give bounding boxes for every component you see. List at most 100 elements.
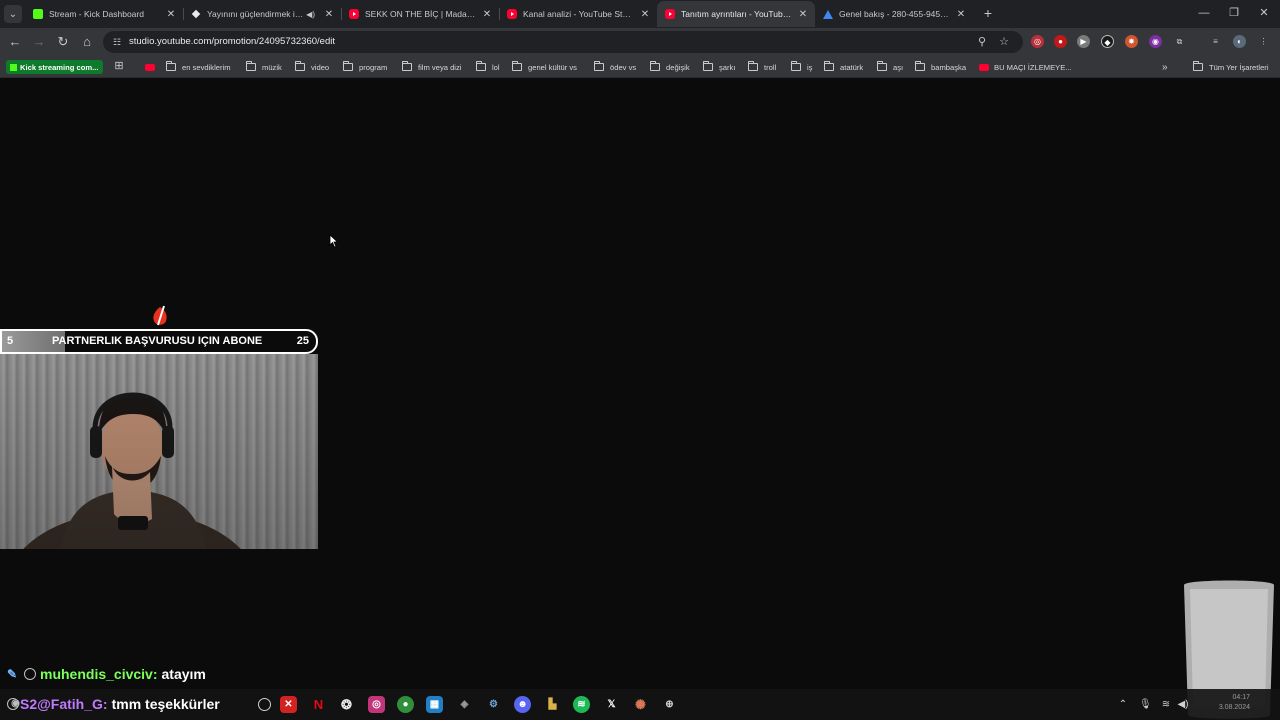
subscriber-goal-bar: 5 PARTNERLIK BAŞVURUSU IÇIN ABONE 25	[0, 329, 318, 354]
bookmark-folder[interactable]: en sevdiklerim	[166, 60, 231, 74]
extension-drop-icon[interactable]: ●	[1054, 35, 1067, 48]
youtube-icon	[349, 9, 359, 19]
reload-button[interactable]: ↻	[55, 34, 71, 50]
extension-diamond-icon[interactable]: ◆	[1101, 35, 1114, 48]
discord-icon[interactable]: ☻	[514, 696, 531, 713]
forward-button[interactable]: →	[31, 34, 47, 50]
kick-icon	[33, 9, 43, 19]
home-button[interactable]: ⌂	[79, 34, 95, 50]
url-text[interactable]: studio.youtube.com/promotion/24095732360…	[129, 36, 335, 47]
folder-icon	[877, 61, 887, 71]
bookmark-label: en sevdiklerim	[182, 62, 231, 72]
app-blue-icon[interactable]: ▦	[426, 696, 443, 713]
close-icon[interactable]: ✕	[797, 9, 809, 20]
x-icon[interactable]: 𝕏	[603, 696, 620, 713]
restore-icon[interactable]: ❐	[1226, 5, 1242, 21]
bookmark-folder[interactable]: lol	[476, 60, 500, 74]
bookmark-folder[interactable]: video	[295, 60, 329, 74]
youtube-icon	[979, 63, 989, 71]
bookmark-folder[interactable]: şarkı	[703, 60, 735, 74]
folder-icon	[824, 61, 834, 71]
wifi-icon[interactable]: ≋	[1160, 699, 1172, 711]
bookmark-folder[interactable]: iş	[791, 60, 812, 74]
bookmark-folder[interactable]: atatürk	[824, 60, 863, 74]
close-icon[interactable]: ✕	[481, 9, 493, 20]
apps-grid-icon[interactable]: ⊞	[113, 60, 125, 72]
back-button[interactable]: ←	[7, 34, 23, 50]
speedometer-icon[interactable]	[258, 698, 271, 711]
menu-icon[interactable]: ⋮	[1257, 35, 1270, 48]
address-bar[interactable]: ☷ studio.youtube.com/promotion/240957323…	[103, 31, 1023, 53]
bookmark-folder[interactable]: müzik	[246, 60, 282, 74]
tab-list: Stream - Kick Dashboard ✕ Yayınını güçle…	[25, 1, 973, 27]
bookmark-label: değişik	[666, 62, 690, 72]
extension-star-icon[interactable]: ✸	[1125, 35, 1138, 48]
bookmark-star-icon[interactable]: ☆	[997, 35, 1011, 49]
new-tab-button[interactable]: +	[980, 5, 996, 21]
close-icon[interactable]: ✕	[639, 9, 651, 20]
bookmark-label: müzik	[262, 62, 282, 72]
tray-expand-icon[interactable]: ⌃	[1117, 699, 1129, 711]
chat-username: S2@Fatih_G	[20, 695, 103, 712]
tab-promotion-details[interactable]: Tanıtım ayrıntıları - YouTube Stu ✕	[657, 1, 815, 27]
folder-icon	[246, 61, 256, 71]
kick-icon	[10, 63, 17, 71]
app-circle-icon[interactable]: ⊕	[661, 696, 678, 713]
extensions-puzzle-icon[interactable]: ⧉	[1173, 35, 1186, 48]
folder-icon	[295, 61, 305, 71]
profile-avatar[interactable]: ◐	[1233, 35, 1246, 48]
tab-search-icon[interactable]: ⌄	[4, 5, 22, 23]
extension-purple-icon[interactable]: ◉	[1149, 35, 1162, 48]
instagram-icon[interactable]: ◎	[368, 696, 385, 713]
claude-icon[interactable]: ✺	[632, 696, 649, 713]
site-info-icon[interactable]: ☷	[111, 36, 123, 48]
bookmark-folder[interactable]: ödev vs	[594, 60, 636, 74]
close-icon[interactable]: ✕	[165, 9, 177, 20]
spotify-icon[interactable]: ≋	[573, 696, 590, 713]
clock-date: 3.08.2024	[1218, 704, 1250, 711]
bookmarks-overflow-button[interactable]: »	[1162, 60, 1168, 74]
tab-kick-dashboard[interactable]: Stream - Kick Dashboard ✕	[25, 1, 183, 27]
bookmark-folder[interactable]: troll	[748, 60, 776, 74]
app-gray-icon[interactable]: ◈	[456, 696, 473, 713]
volume-icon[interactable]: ◀)	[1177, 699, 1189, 711]
speaker-icon[interactable]: ◀)	[306, 10, 315, 19]
bookmark-youtube[interactable]	[145, 60, 160, 74]
microphone-icon[interactable]: 🎙	[1139, 699, 1152, 711]
zoom-search-icon[interactable]: ⚲	[975, 35, 989, 49]
steam-icon[interactable]: ⚙	[485, 696, 502, 713]
app-yellow-icon[interactable]: ▙	[544, 696, 561, 713]
app-red-icon[interactable]: ✕	[280, 696, 297, 713]
bookmark-label: atatürk	[840, 62, 864, 72]
media-controls-icon[interactable]: ≡	[1209, 35, 1222, 48]
bookmark-folder[interactable]: bambaşka	[915, 60, 966, 74]
chat-badge-icon	[24, 668, 36, 680]
youtube-icon	[507, 9, 517, 19]
tab-boost-stream[interactable]: Yayınını güçlendirmek için e ◀) ✕	[183, 1, 341, 27]
extension-play-icon[interactable]: ▶	[1077, 35, 1090, 48]
chatgpt-icon[interactable]: ❂	[338, 696, 355, 713]
bookmark-kick[interactable]: Kick streaming com...	[6, 60, 103, 74]
tab-youtube-video[interactable]: SEKK ON THE BİÇ | Madara Old ✕	[341, 1, 499, 27]
bookmark-folder[interactable]: değişik	[650, 60, 690, 74]
close-icon[interactable]: ✕	[955, 9, 967, 20]
bookmark-folder[interactable]: aşı	[877, 60, 903, 74]
window-close-icon[interactable]: ✕	[1256, 5, 1272, 21]
bookmark-folder[interactable]: film veya dizi	[402, 60, 461, 74]
close-icon[interactable]: ✕	[323, 9, 335, 20]
bookmark-youtube-match[interactable]: BU MAÇI İZLEMEYE...	[979, 60, 1072, 74]
extension-red-icon[interactable]: ◎	[1031, 35, 1044, 48]
chat-text: tmm teşekkürler	[111, 695, 220, 712]
bookmark-folder[interactable]: genel kültür vs	[512, 60, 577, 74]
bookmark-label: aşı	[893, 62, 904, 72]
minimize-icon[interactable]: —	[1196, 5, 1212, 21]
tab-google-ads-overview[interactable]: Genel bakış - 280-455-9452 - G ✕	[815, 1, 973, 27]
tab-channel-analytics[interactable]: Kanal analizi - YouTube Studio ✕	[499, 1, 657, 27]
chrome-icon[interactable]: ●	[397, 696, 414, 713]
taskbar-clock[interactable]: 04:17 3.08.2024	[1216, 693, 1250, 713]
folder-icon	[791, 61, 801, 71]
screen: ⌄ Stream - Kick Dashboard ✕ Yayınını güç…	[0, 0, 1280, 720]
bookmark-folder[interactable]: program	[343, 60, 387, 74]
netflix-icon[interactable]: N	[310, 696, 327, 713]
all-bookmarks-folder[interactable]: Tüm Yer İşaretleri	[1193, 60, 1269, 74]
